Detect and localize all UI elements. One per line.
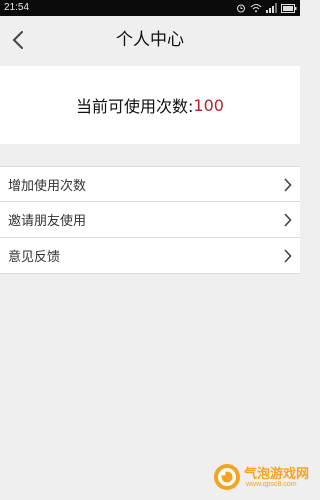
usage-count-card: 当前可使用次数: 100: [0, 66, 300, 144]
alarm-icon: [237, 4, 245, 13]
watermark-brand: 气泡游戏网: [244, 467, 310, 482]
signal-icon: [266, 3, 277, 13]
menu-item-feedback[interactable]: 意见反馈: [0, 238, 300, 274]
usage-count-label: 当前可使用次数:: [76, 97, 194, 116]
bubble-logo-icon: [214, 464, 240, 490]
chevron-right-icon: [284, 178, 292, 192]
status-icons: [236, 2, 297, 14]
chevron-right-icon: [284, 249, 292, 263]
usage-count-value: 100: [193, 95, 224, 115]
menu-item-label: 邀请朋友使用: [8, 214, 87, 229]
menu-list: 增加使用次数 邀请朋友使用 意见反馈: [0, 166, 300, 274]
menu-item-invite-friends[interactable]: 邀请朋友使用: [0, 202, 300, 238]
chevron-right-icon: [284, 213, 292, 227]
status-bar: 21:54: [0, 0, 300, 16]
watermark: 气泡游戏网 www.qpsc8.com: [212, 462, 314, 492]
menu-item-add-uses[interactable]: 增加使用次数: [0, 166, 300, 202]
menu-item-label: 增加使用次数: [8, 178, 87, 194]
back-button[interactable]: [6, 26, 30, 54]
watermark-url: www.qpsc8.com: [246, 481, 297, 488]
menu-item-label: 意见反馈: [8, 250, 61, 265]
page-title: 个人中心: [116, 30, 184, 50]
status-time: 21:54: [4, 2, 30, 13]
wifi-icon: [250, 4, 262, 13]
header-bar: 个人中心: [0, 16, 300, 64]
chevron-left-icon: [12, 31, 23, 49]
battery-icon: [281, 3, 297, 13]
